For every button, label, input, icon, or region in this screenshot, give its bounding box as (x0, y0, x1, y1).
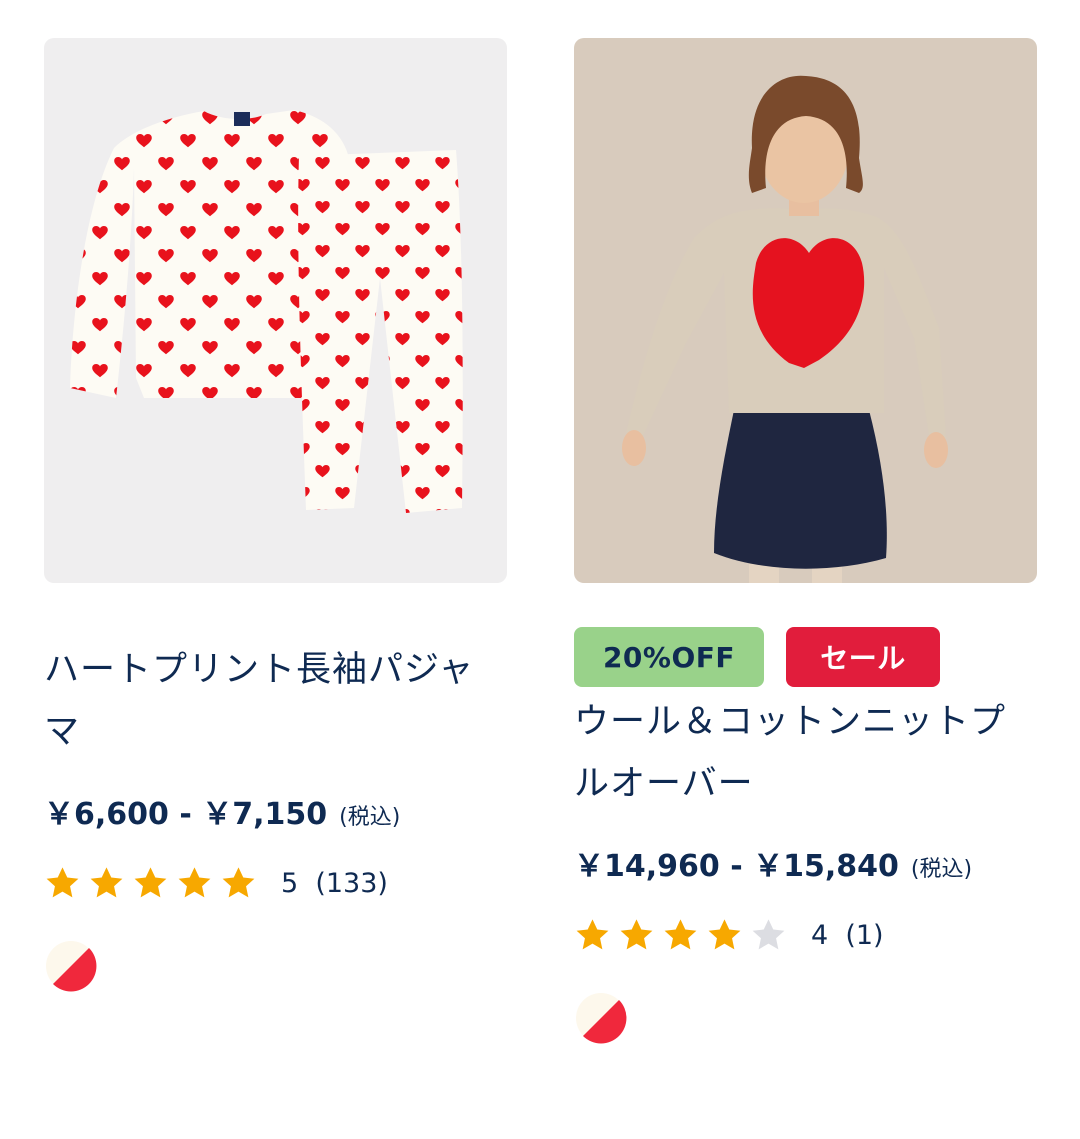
rating: 5 (133) (44, 863, 507, 903)
price-high: ￥7,150 (202, 797, 328, 832)
tax-label: (税込) (339, 805, 401, 830)
sale-badge: セール (786, 627, 940, 687)
price-high: ￥15,840 (753, 849, 899, 884)
star-filled-icon (620, 918, 653, 949)
product-title[interactable]: ウール＆コットンニットプルオーバー (574, 691, 1037, 815)
rating-count: 4 (1) (811, 919, 884, 951)
star-filled-icon (178, 866, 211, 897)
color-swatch[interactable] (44, 939, 98, 993)
product-card-pullover[interactable]: 20%OFF セール ウール＆コットンニットプルオーバー ￥14,960 - ￥… (574, 38, 1037, 1049)
tax-label: (税込) (910, 857, 973, 882)
star-filled-icon (576, 918, 609, 949)
product-image-pullover[interactable] (574, 38, 1037, 583)
star-rating (44, 865, 257, 902)
price-range: ￥14,960 - ￥15,840 (税込) (574, 841, 1037, 884)
star-empty-icon (752, 918, 785, 949)
badge-row: 20%OFF セール (574, 627, 1037, 689)
pajama-illustration (44, 38, 507, 583)
price-range: ￥6,600 - ￥7,150 (税込) (44, 789, 507, 832)
rating-count: 5 (133) (281, 867, 388, 899)
star-filled-icon (46, 866, 79, 897)
discount-badge: 20%OFF (574, 627, 764, 687)
product-image-pajama[interactable] (44, 38, 507, 583)
star-rating (574, 917, 787, 954)
product-title[interactable]: ハートプリント長袖パジャマ (44, 639, 507, 763)
price-separator: - (168, 797, 203, 832)
star-filled-icon (134, 866, 167, 897)
color-swatch[interactable] (574, 991, 628, 1045)
price-separator: - (719, 849, 754, 884)
star-filled-icon (90, 866, 123, 897)
star-filled-icon (664, 918, 697, 949)
pullover-photo (574, 38, 1037, 583)
star-filled-icon (222, 866, 255, 897)
rating: 4 (1) (574, 915, 1037, 955)
price-low: ￥6,600 (44, 797, 169, 832)
product-card-pajama[interactable]: ハートプリント長袖パジャマ ￥6,600 - ￥7,150 (税込) 5 (13… (44, 38, 507, 997)
price-low: ￥14,960 (574, 849, 720, 884)
star-filled-icon (708, 918, 741, 949)
